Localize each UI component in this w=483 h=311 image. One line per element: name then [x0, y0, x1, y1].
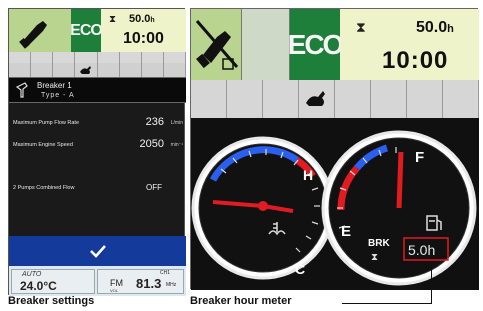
breaker-hour-meter-screen: ECO ⧗ 50.0h 10:00 H C F E BRK ⧗ 5.0h [190, 8, 479, 290]
gauge-area: H C F E BRK ⧗ 5.0h [191, 118, 479, 290]
gauge-label-empty: E [341, 223, 351, 240]
gauge-label-cold: C [295, 261, 305, 277]
hour-meter-clock: ⧗ 50.0h 10:00 [101, 9, 186, 52]
breaker-icon [15, 82, 28, 98]
breaker-name: Breaker 1 [37, 81, 72, 90]
radio-control[interactable]: CH1 FM 81.3 MHz VOL [97, 269, 184, 294]
checkmark-icon [89, 245, 106, 258]
radio-channel: CH1 [160, 270, 171, 276]
gauge-label-hot: H [303, 167, 313, 183]
setting-value: 2050 [139, 138, 164, 150]
eco-mode-indicator: ECO [288, 9, 344, 80]
setting-unit: L/min [170, 120, 183, 126]
setting-label: Maximum Engine Speed [13, 142, 73, 148]
climate-auto-label: AUTO [22, 271, 42, 278]
rabbit-speed-icon [79, 66, 91, 74]
hourglass-icon: ⧗ [109, 14, 117, 25]
clock-time: 10:00 [382, 47, 449, 74]
total-hours: 50.0h [129, 13, 155, 25]
climate-temperature: 24.0°C [20, 279, 57, 293]
setting-unit: min⁻¹ [170, 142, 183, 148]
confirm-button[interactable] [9, 236, 186, 266]
radio-volume-label: VOL [110, 288, 119, 293]
eco-mode-indicator: ECO [70, 9, 103, 52]
clock-time: 10:00 [123, 30, 164, 47]
indicator-row [191, 80, 479, 118]
attachment-status-cell [9, 9, 71, 52]
climate-control[interactable]: AUTO 24.0°C [11, 269, 95, 294]
breaker-attachment-crossed-icon [195, 20, 239, 70]
breaker-attachment-icon [19, 21, 47, 49]
setting-label: Maximum Pump Flow Rate [13, 120, 80, 126]
attachment-status-cell [191, 9, 242, 80]
hourglass-icon: ⧗ [371, 252, 378, 263]
callout-line-vertical [431, 269, 432, 303]
caption-breaker-hour-meter: Breaker hour meter [190, 295, 292, 307]
brk-label: BRK [368, 238, 390, 249]
coolant-temperature-gauge: H C [191, 136, 335, 280]
gauges-svg: H C F E BRK ⧗ 5.0h [191, 130, 477, 286]
setting-value: OFF [146, 183, 162, 192]
indicator-row-2 [9, 63, 186, 77]
hourglass-icon: ⧗ [356, 19, 366, 35]
setting-label: 2 Pumps Combined Flow [13, 185, 75, 191]
rabbit-speed-icon [305, 91, 325, 106]
caption-breaker-settings: Breaker settings [8, 295, 95, 307]
fuel-gauge: F E BRK ⧗ 5.0h [321, 130, 477, 286]
empty-status-cell [242, 9, 290, 80]
gauge-label-full: F [415, 149, 424, 166]
status-bar: ECO ⧗ 50.0h 10:00 [9, 9, 186, 52]
callout-line-horizontal [342, 303, 432, 304]
climate-radio-bar: AUTO 24.0°C CH1 FM 81.3 MHz VOL [9, 266, 186, 296]
breaker-title-bar: Breaker 1 Type - A [9, 77, 186, 103]
breaker-hours-value: 5.0h [408, 242, 435, 258]
breaker-type: Type - A [41, 92, 75, 99]
radio-frequency-unit: MHz [166, 282, 177, 288]
total-hours: 50.0h [416, 19, 454, 36]
radio-frequency: 81.3 [136, 276, 162, 291]
radio-band: FM [110, 278, 123, 288]
setting-value: 236 [145, 116, 164, 128]
hour-meter-clock: ⧗ 50.0h 10:00 [340, 9, 479, 80]
indicator-row-1 [9, 52, 186, 63]
breaker-settings-screen: ECO ⧗ 50.0h 10:00 Breaker 1 Type - A Max… [8, 8, 186, 296]
